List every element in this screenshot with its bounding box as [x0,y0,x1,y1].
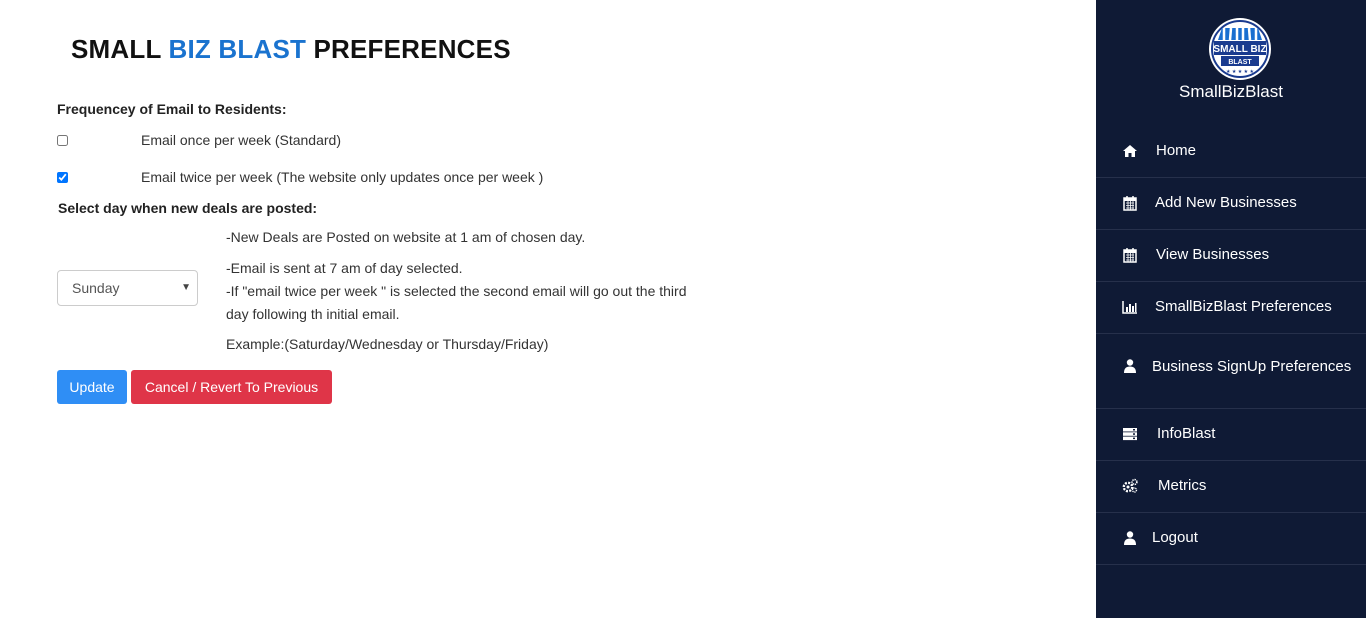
sidebar: SMALL BIZ BLAST ★ ★ ★ ★ ★ SmallBizBlast … [1096,0,1366,618]
email-twice-label: Email twice per week (The website only u… [141,169,544,185]
sidebar-item-label-text: Business SignUp Preferences [1152,358,1352,375]
info-email-time: -Email is sent at 7 am of day selected. [226,260,463,276]
page-title-part1: SMALL [71,34,169,64]
day-select-value: Sunday [72,280,120,296]
sidebar-item-view-businesses[interactable]: View Businesses [1096,230,1366,282]
update-button[interactable]: Update [57,370,127,404]
sidebar-item-label: View Businesses [1156,246,1270,263]
sidebar-nav: Home Add New Businesses View Businesses … [1096,126,1366,565]
email-once-label: Email once per week (Standard) [141,132,341,148]
sidebar-item-label: Home [1156,142,1197,159]
bar-chart-icon [1122,301,1137,314]
frequency-option-once: Email once per week (Standard) [57,132,757,152]
calendar-icon [1123,196,1137,211]
info-example: Example:(Saturday/Wednesday or Thursday/… [226,336,549,352]
page-title-part2: PREFERENCES [306,34,511,64]
home-icon [1123,145,1137,157]
sidebar-item-label: Logout [1152,529,1198,546]
email-once-checkbox[interactable] [57,135,68,146]
sidebar-item-label: Metrics [1158,477,1207,494]
page-title: SMALL BIZ BLAST PREFERENCES [71,34,511,65]
info-posted-time: -New Deals are Posted on website at 1 am… [226,229,586,245]
sidebar-item-label: Business SignUp Preferences [1123,355,1353,378]
svg-text:★ ★ ★ ★ ★: ★ ★ ★ ★ ★ [1226,69,1254,75]
day-select[interactable]: Sunday ▼ [57,270,198,306]
frequency-option-twice: Email twice per week (The website only u… [57,169,757,189]
email-twice-checkbox[interactable] [57,172,68,183]
day-label: Select day when new deals are posted: [58,200,318,216]
chevron-down-icon: ▼ [181,282,191,293]
frequency-label: Frequencey of Email to Residents: [57,101,287,117]
page-title-accent: BIZ BLAST [168,34,307,64]
svg-text:BLAST: BLAST [1228,59,1252,66]
info-twice-note-cont: day following th initial email. [226,306,400,322]
brand-name: SmallBizBlast [1179,82,1283,101]
user-icon [1124,531,1136,545]
sidebar-item-label: InfoBlast [1157,425,1216,442]
sidebar-item-business-signup-preferences[interactable]: Business SignUp Preferences [1096,334,1366,409]
main-content: SMALL BIZ BLAST PREFERENCES Frequencey o… [0,0,1096,618]
gears-icon [1122,478,1138,493]
sidebar-item-metrics[interactable]: Metrics [1096,461,1366,513]
sidebar-item-home[interactable]: Home [1096,126,1366,178]
svg-text:SMALL BIZ: SMALL BIZ [1213,44,1266,55]
sidebar-item-infoblast[interactable]: InfoBlast [1096,409,1366,461]
sidebar-item-label: SmallBizBlast Preferences [1155,298,1332,315]
sidebar-item-smallbizblast-preferences[interactable]: SmallBizBlast Preferences [1096,282,1366,334]
info-twice-note: -If "email twice per week " is selected … [226,283,687,299]
brand-logo[interactable]: SMALL BIZ BLAST ★ ★ ★ ★ ★ [1209,18,1271,80]
sidebar-item-logout[interactable]: Logout [1096,513,1366,565]
sidebar-item-label: Add New Businesses [1155,194,1297,211]
calendar-icon [1123,248,1137,263]
cancel-revert-button[interactable]: Cancel / Revert To Previous [131,370,332,404]
sidebar-item-add-new-businesses[interactable]: Add New Businesses [1096,178,1366,230]
server-icon [1123,428,1137,441]
